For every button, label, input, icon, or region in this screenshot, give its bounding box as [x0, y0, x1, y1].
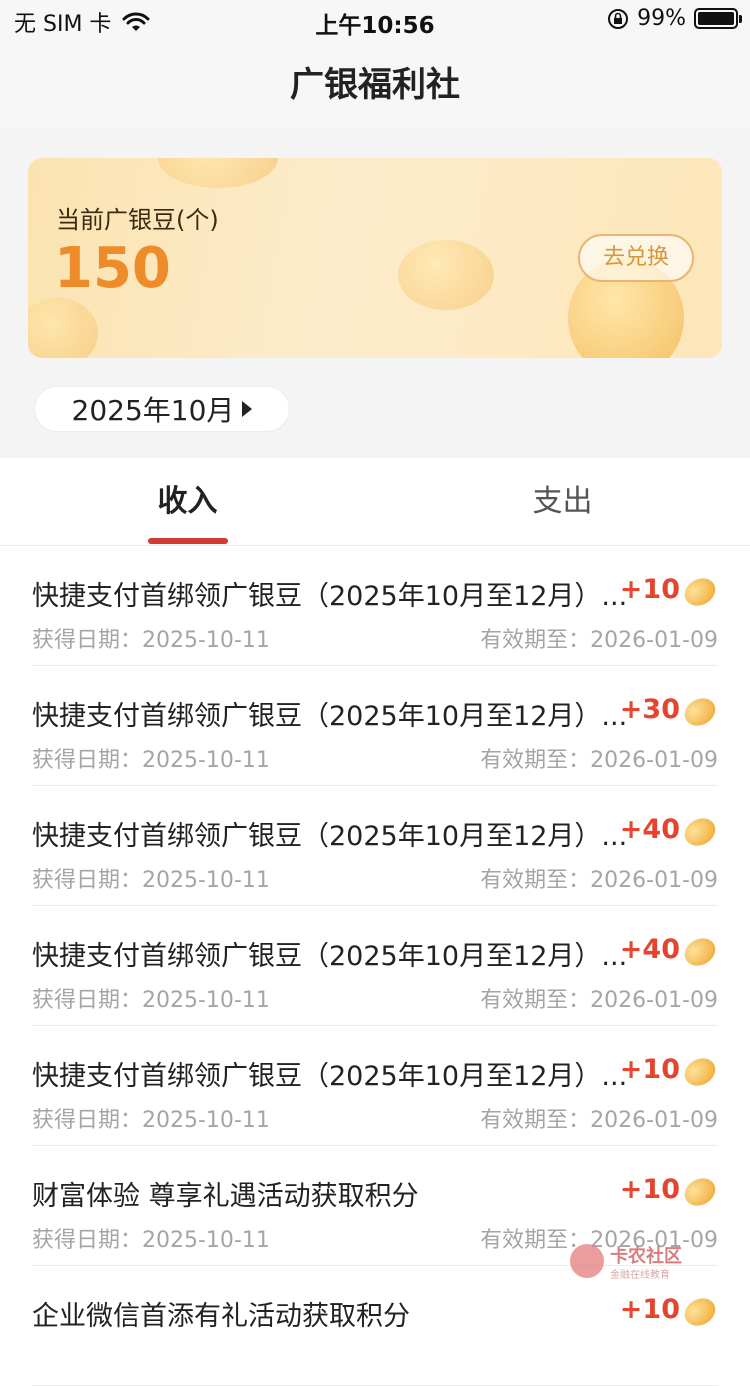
record-points: +10 — [619, 1174, 680, 1205]
bean-icon — [679, 692, 721, 732]
tab-expense[interactable]: 支出 — [375, 458, 750, 546]
record-points: +10 — [619, 574, 680, 605]
list-item[interactable]: 快捷支付首绑领广银豆（2025年10月至12月）... +40 获得日期：202… — [32, 786, 721, 906]
list-item[interactable]: 快捷支付首绑领广银豆（2025年10月至12月）... +10 获得日期：202… — [32, 1026, 721, 1146]
record-points: +10 — [619, 1054, 680, 1085]
watermark: 卡农社区 金融在线教育 — [570, 1244, 700, 1284]
record-date: 获得日期：2025-10-11 — [32, 1108, 270, 1133]
bean-icon — [679, 572, 721, 612]
tab-income[interactable]: 收入 — [0, 458, 375, 546]
record-points: +30 — [619, 694, 680, 725]
watermark-logo-icon — [570, 1244, 604, 1278]
bean-icon — [679, 932, 721, 972]
decor-bean — [158, 158, 278, 188]
battery-percent: 99% — [637, 6, 686, 31]
record-title: 财富体验 尊享礼遇活动获取积分 — [32, 1181, 419, 1212]
status-right: 99% — [607, 6, 742, 31]
record-title: 快捷支付首绑领广银豆（2025年10月至12月）... — [32, 1061, 628, 1092]
bean-balance-card: 当前广银豆(个) 150 去兑换 — [28, 158, 722, 358]
month-label: 2025年10月 — [71, 394, 235, 427]
record-date: 获得日期：2025-10-11 — [32, 748, 270, 773]
nav-bar: 广银福利社 — [0, 42, 750, 128]
record-title: 快捷支付首绑领广银豆（2025年10月至12月）... — [32, 941, 628, 972]
caret-right-icon — [242, 401, 253, 417]
record-date: 获得日期：2025-10-11 — [32, 1228, 270, 1253]
record-expiry: 有效期至：2026-01-09 — [480, 628, 718, 653]
watermark-name: 卡农社区 — [610, 1246, 682, 1267]
decor-bean — [28, 298, 98, 358]
bean-icon — [679, 1292, 721, 1332]
rotation-lock-icon — [608, 8, 629, 29]
list-item[interactable]: 快捷支付首绑领广银豆（2025年10月至12月）... +30 获得日期：202… — [32, 666, 721, 786]
page-title: 广银福利社 — [290, 65, 460, 105]
tab-active-indicator — [148, 538, 228, 544]
status-bar: 无 SIM 卡 上午10:56 99% — [0, 0, 750, 42]
record-expiry: 有效期至：2026-01-09 — [480, 988, 718, 1013]
bean-icon — [679, 812, 721, 852]
bean-icon — [679, 1052, 721, 1092]
record-title: 快捷支付首绑领广银豆（2025年10月至12月）... — [32, 701, 628, 732]
record-expiry: 有效期至：2026-01-09 — [480, 868, 718, 893]
list-item[interactable]: 快捷支付首绑领广银豆（2025年10月至12月）... +10 获得日期：202… — [32, 546, 721, 666]
bean-balance-label: 当前广银豆(个) — [56, 206, 219, 234]
battery-icon — [694, 8, 742, 29]
record-date: 获得日期：2025-10-11 — [32, 868, 270, 893]
watermark-tagline: 金融在线教育 — [610, 1270, 670, 1281]
record-title: 企业微信首添有礼活动获取积分 — [32, 1301, 410, 1332]
decor-bean — [398, 240, 494, 310]
month-picker[interactable]: 2025年10月 — [34, 386, 290, 432]
record-expiry: 有效期至：2026-01-09 — [480, 1108, 718, 1133]
record-date: 获得日期：2025-10-11 — [32, 628, 270, 653]
record-title: 快捷支付首绑领广银豆（2025年10月至12月）... — [32, 821, 628, 852]
record-title: 快捷支付首绑领广银豆（2025年10月至12月）... — [32, 581, 628, 612]
record-expiry: 有效期至：2026-01-09 — [480, 748, 718, 773]
record-points: +40 — [619, 814, 680, 845]
tab-bar: 收入 支出 — [0, 458, 750, 546]
record-date: 获得日期：2025-10-11 — [32, 988, 270, 1013]
summary-area: 当前广银豆(个) 150 去兑换 2025年10月 — [0, 128, 750, 458]
exchange-button[interactable]: 去兑换 — [578, 234, 694, 282]
list-item[interactable]: 快捷支付首绑领广银豆（2025年10月至12月）... +40 获得日期：202… — [32, 906, 721, 1026]
record-points: +10 — [619, 1294, 680, 1325]
record-points: +40 — [619, 934, 680, 965]
bean-balance-value: 150 — [54, 236, 171, 301]
list-item[interactable]: 企业微信首添有礼活动获取积分 +10 — [32, 1266, 721, 1386]
bean-icon — [679, 1172, 721, 1212]
